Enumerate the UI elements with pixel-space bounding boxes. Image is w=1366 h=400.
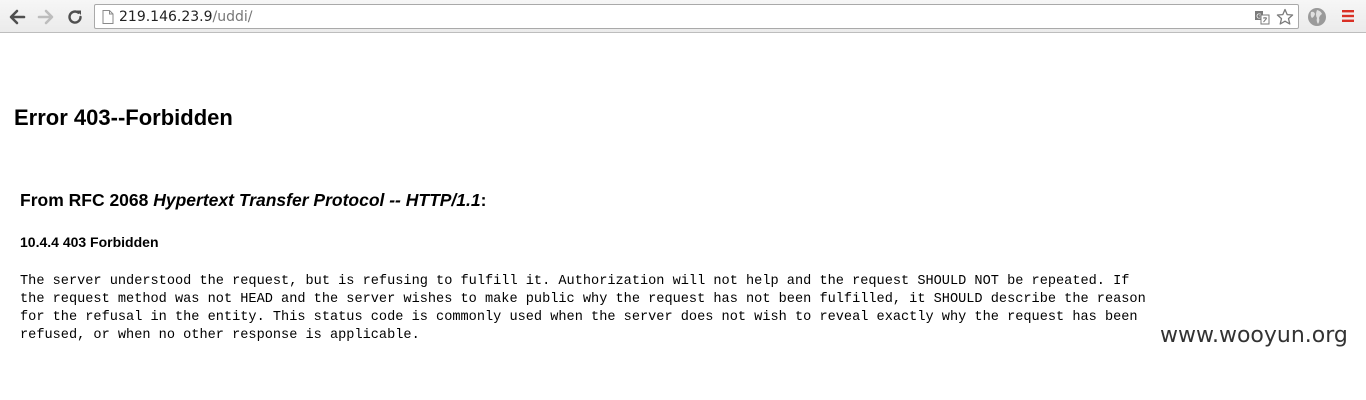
description-line: refused, or when no other response is ap…	[20, 328, 420, 343]
bookmark-star-button[interactable]	[1276, 8, 1294, 26]
reload-icon	[68, 10, 82, 24]
extension-button[interactable]	[1306, 6, 1328, 28]
back-button[interactable]	[6, 6, 28, 28]
back-arrow-icon	[9, 9, 26, 25]
address-bar[interactable]: 219.146.23.9/uddi/ G	[94, 4, 1299, 29]
url-text[interactable]: 219.146.23.9/uddi/	[119, 8, 253, 26]
section-heading: 10.4.4 403 Forbidden	[20, 234, 159, 250]
chrome-menu-button[interactable]	[1340, 8, 1356, 24]
url-path: /uddi/	[212, 9, 253, 25]
globe-icon	[1308, 8, 1326, 26]
menu-icon	[1342, 10, 1354, 22]
translate-icon: G	[1255, 11, 1270, 25]
forward-button[interactable]	[35, 6, 57, 28]
star-icon	[1276, 8, 1294, 25]
watermark: www.wooyun.org	[1160, 323, 1348, 348]
description-line: the request method was not HEAD and the …	[20, 292, 1146, 307]
error-description: The server understood the request, but i…	[20, 273, 1146, 345]
rfc-heading: From RFC 2068 Hypertext Transfer Protoco…	[20, 190, 486, 211]
rfc-prefix: From RFC 2068	[20, 190, 154, 210]
browser-toolbar: 219.146.23.9/uddi/ G	[0, 0, 1366, 33]
translate-button[interactable]: G	[1253, 8, 1271, 26]
page-icon	[102, 10, 114, 24]
rfc-title: Hypertext Transfer Protocol -- HTTP/1.1	[153, 190, 481, 210]
url-host: 219.146.23.9	[119, 9, 213, 25]
description-line: for the refusal in the entity. This stat…	[20, 310, 1138, 325]
error-title: Error 403--Forbidden	[14, 105, 233, 130]
rfc-suffix: :	[480, 190, 487, 210]
forward-arrow-icon	[37, 9, 54, 25]
reload-button[interactable]	[64, 6, 86, 28]
description-line: The server understood the request, but i…	[20, 274, 1130, 289]
